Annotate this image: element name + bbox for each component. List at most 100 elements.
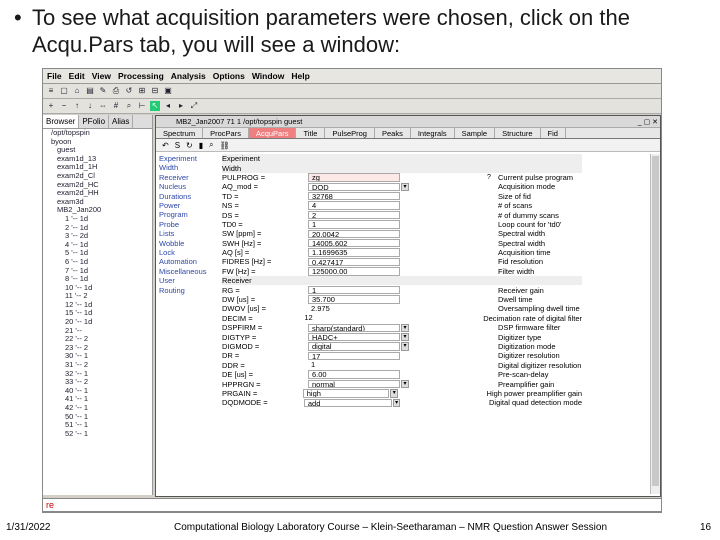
command-line[interactable]: re bbox=[42, 498, 662, 512]
category-experiment[interactable]: Experiment bbox=[159, 154, 218, 163]
category-miscellaneous[interactable]: Miscellaneous bbox=[159, 267, 218, 276]
tree-item[interactable]: 30 '-- 1 bbox=[43, 352, 152, 361]
parameter-value[interactable]: 35.700 bbox=[308, 295, 400, 304]
dropdown-arrow-icon[interactable]: ▾ bbox=[392, 398, 401, 408]
tree-item[interactable]: 40 '-- 1 bbox=[43, 386, 152, 396]
arrow-down-icon[interactable]: ↓ bbox=[85, 101, 95, 111]
tree-item[interactable]: 31 '-- 2 bbox=[43, 360, 152, 370]
toolbar-icon-3[interactable]: ⌂ bbox=[72, 86, 82, 96]
category-routing[interactable]: Routing bbox=[159, 286, 218, 295]
parameter-value[interactable]: 20.0042 bbox=[308, 229, 400, 239]
category-program[interactable]: Program bbox=[159, 210, 218, 219]
dropdown-arrow-icon[interactable]: ▾ bbox=[401, 323, 409, 332]
tab-acqupars[interactable]: AcquPars bbox=[248, 128, 297, 138]
parameter-value[interactable]: 1 bbox=[308, 285, 400, 295]
category-probe[interactable]: Probe bbox=[159, 220, 218, 229]
menu-item-help[interactable]: Help bbox=[291, 71, 309, 81]
tree-item[interactable]: 4 '-- 1d bbox=[43, 240, 152, 250]
category-lock[interactable]: Lock bbox=[159, 248, 218, 257]
tree-item[interactable]: 11 '-- 2 bbox=[43, 292, 152, 301]
menu-item-view[interactable]: View bbox=[92, 71, 111, 81]
tree-item[interactable]: 52 '-- 1 bbox=[43, 429, 152, 439]
menu-item-edit[interactable]: Edit bbox=[69, 71, 85, 81]
parameter-value[interactable]: zg bbox=[308, 173, 400, 182]
parameter-value[interactable]: digital bbox=[308, 342, 400, 351]
parameter-value[interactable]: high bbox=[302, 389, 390, 398]
save-icon[interactable]: S bbox=[175, 141, 180, 150]
parameter-value[interactable]: HADC+ bbox=[308, 332, 400, 342]
tree-item[interactable]: 32 '-- 1 bbox=[43, 369, 152, 379]
category-automation[interactable]: Automation bbox=[159, 257, 218, 266]
menu-item-file[interactable]: File bbox=[47, 71, 62, 81]
fit-icon[interactable]: ⇔ bbox=[98, 101, 108, 111]
tree-item[interactable]: 10 '-- 1d bbox=[43, 283, 152, 293]
tab-browser[interactable]: Browser bbox=[43, 115, 80, 128]
zoom-in-icon[interactable]: + bbox=[46, 101, 56, 111]
category-nucleus[interactable]: Nucleus bbox=[159, 182, 218, 191]
toolbar-icon-1[interactable]: ≡ bbox=[46, 86, 56, 96]
category-receiver[interactable]: Receiver bbox=[159, 173, 218, 182]
tree-item[interactable]: 22 '-- 2 bbox=[43, 335, 152, 344]
vertical-scrollbar[interactable] bbox=[650, 154, 660, 494]
tree-item[interactable]: MB2_Jan200 bbox=[43, 206, 152, 215]
dropdown-arrow-icon[interactable]: ▾ bbox=[390, 389, 399, 398]
shift-left-icon[interactable]: ◂ bbox=[163, 101, 173, 111]
parameter-value[interactable]: DQD bbox=[308, 182, 400, 192]
parameter-value[interactable]: 17 bbox=[308, 351, 400, 361]
tree-item[interactable]: 41 '-- 1 bbox=[43, 395, 152, 404]
restore-icon[interactable]: ↻ bbox=[186, 141, 193, 150]
menu-item-options[interactable]: Options bbox=[213, 71, 245, 81]
toolbar-icon-6[interactable]: ⎙ bbox=[111, 86, 121, 96]
toolbar-icon-7[interactable]: ↺ bbox=[124, 86, 134, 96]
tab-spectrum[interactable]: Spectrum bbox=[156, 128, 204, 138]
category-durations[interactable]: Durations bbox=[159, 192, 218, 201]
tab-structure[interactable]: Structure bbox=[495, 128, 541, 138]
search-icon[interactable]: ⌕ bbox=[209, 140, 213, 150]
scroll-thumb[interactable] bbox=[652, 156, 659, 486]
tree-item[interactable]: 21 '-- bbox=[43, 326, 152, 336]
shift-right-icon[interactable]: ▸ bbox=[176, 101, 186, 111]
window-controls-icon[interactable]: _ ▢ ✕ bbox=[638, 117, 658, 129]
dropdown-arrow-icon[interactable]: ▾ bbox=[401, 379, 409, 389]
grid-icon[interactable]: # bbox=[111, 101, 121, 111]
parameter-value[interactable]: 32768 bbox=[308, 192, 400, 201]
search-icon[interactable]: ⌕ bbox=[124, 101, 134, 111]
category-power[interactable]: Power bbox=[159, 201, 218, 210]
tab-pulseprog[interactable]: PulseProg bbox=[325, 128, 375, 138]
tab-sample[interactable]: Sample bbox=[455, 128, 496, 138]
zoom-out-icon[interactable]: − bbox=[59, 101, 69, 111]
tree-item[interactable]: 3 '-- 2d bbox=[43, 232, 152, 241]
toolbar-icon-9[interactable]: ⊟ bbox=[150, 86, 160, 96]
menu-item-analysis[interactable]: Analysis bbox=[171, 71, 206, 81]
help-button[interactable]: ? bbox=[487, 174, 496, 181]
tree-item[interactable]: 51 '-- 1 bbox=[43, 421, 152, 430]
parameter-value[interactable]: 0.427417 bbox=[308, 257, 400, 267]
undo-icon[interactable]: ↶ bbox=[162, 141, 169, 150]
dropdown-arrow-icon[interactable]: ▾ bbox=[401, 182, 409, 192]
parameter-value[interactable]: 1.1699635 bbox=[308, 248, 400, 257]
tree-item[interactable]: 12 '-- 1d bbox=[43, 300, 152, 310]
parameter-value[interactable]: add bbox=[303, 398, 392, 408]
cursor-icon[interactable]: ↖ bbox=[150, 101, 160, 111]
ruler-icon[interactable]: ⊢ bbox=[137, 101, 147, 111]
toolbar-icon-4[interactable]: ▤ bbox=[85, 86, 95, 96]
tree-item[interactable]: 1 '-- 1d bbox=[43, 214, 152, 224]
tab-alias[interactable]: Alias bbox=[109, 115, 134, 128]
parameter-value[interactable]: 4 bbox=[308, 201, 400, 210]
find-icon[interactable]: ⛓ bbox=[220, 141, 230, 150]
tree-item[interactable]: 50 '-- 1 bbox=[43, 412, 152, 422]
tree-item[interactable]: 15 '-- 1d bbox=[43, 309, 152, 318]
book-icon[interactable]: ▮ bbox=[199, 141, 203, 150]
dropdown-arrow-icon[interactable]: ▾ bbox=[401, 332, 409, 342]
menu-item-processing[interactable]: Processing bbox=[118, 71, 164, 81]
tree-item[interactable]: 20 '-- 1d bbox=[43, 317, 152, 327]
tree-item[interactable]: 5 '-- 1d bbox=[43, 249, 152, 258]
tab-title[interactable]: Title bbox=[296, 128, 326, 138]
category-user[interactable]: User bbox=[159, 276, 218, 285]
tab-fid[interactable]: Fid bbox=[541, 128, 566, 138]
parameter-value[interactable]: sharp(standard) bbox=[308, 323, 400, 332]
expand-icon[interactable]: ⤢ bbox=[189, 101, 199, 111]
category-width[interactable]: Width bbox=[159, 163, 218, 172]
tab-integrals[interactable]: Integrals bbox=[411, 128, 455, 138]
tree-item[interactable]: 2 '-- 1d bbox=[43, 223, 152, 233]
